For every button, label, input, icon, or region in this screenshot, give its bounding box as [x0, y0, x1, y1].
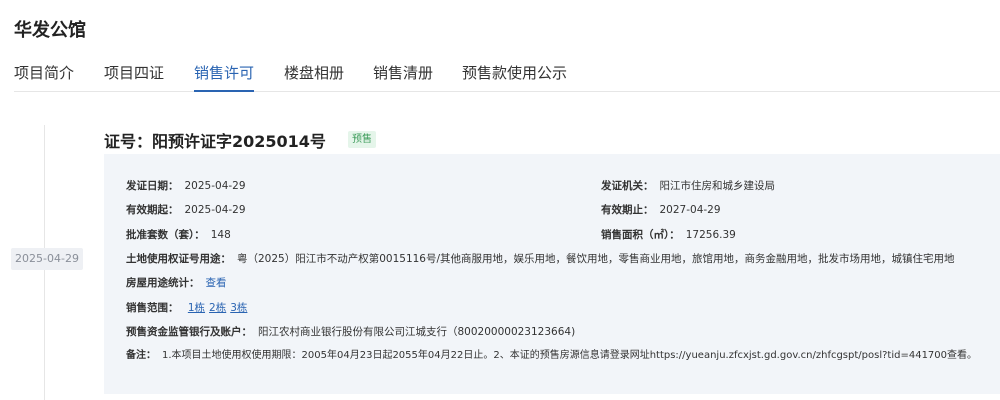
approved-units-row: 批准套数（套）： 148	[126, 227, 231, 243]
issuer-label: 发证机关：	[601, 180, 654, 192]
timeline-date: 2025-04-29	[11, 248, 83, 270]
valid-from-value: 2025-04-29	[184, 204, 246, 216]
certificate-info-card: 发证日期： 2025-04-29 发证机关： 阳江市住房和城乡建设局 有效期起： 20…	[104, 154, 1000, 394]
approved-units-label: 批准套数（套）：	[126, 229, 205, 241]
bank-account-value: 阳江农村商业银行股份有限公司江城支行（80020000023123664)	[258, 326, 576, 338]
remark-row: 备注： 1.本项目土地使用权使用期限：2005年04月23日起2055年04月22…	[126, 348, 977, 364]
remark-label: 备注：	[126, 350, 156, 361]
issuer-value: 阳江市住房和城乡建设局	[659, 180, 776, 192]
building-3-link[interactable]: 3栋	[230, 302, 247, 314]
tab-property-album[interactable]: 楼盘相册	[284, 60, 344, 92]
issue-date-row: 发证日期： 2025-04-29	[126, 178, 246, 194]
building-1-link[interactable]: 1栋	[188, 302, 205, 314]
valid-to-label: 有效期止：	[601, 204, 654, 216]
usage-stats-row: 房屋用途统计： 查看	[126, 275, 227, 291]
valid-to-row: 有效期止： 2027-04-29	[601, 202, 721, 218]
bank-account-row: 预售资金监管银行及账户： 阳江农村商业银行股份有限公司江城支行（800200000…	[126, 324, 575, 340]
issue-date-value: 2025-04-29	[184, 180, 246, 192]
tab-project-intro[interactable]: 项目简介	[14, 60, 74, 92]
sales-scope-label: 销售范围：	[126, 302, 179, 314]
certificate-title: 证号：阳预许证字2025014号	[104, 132, 326, 151]
issuer-row: 发证机关： 阳江市住房和城乡建设局	[601, 178, 775, 194]
remark-value: 1.本项目土地使用权使用期限：2005年04月23日起2055年04月22日止。…	[162, 350, 978, 361]
usage-stats-label: 房屋用途统计：	[126, 277, 200, 289]
tab-presale-fund-disclosure[interactable]: 预售款使用公示	[462, 60, 567, 92]
land-use-row: 土地使用权证号用途： 粤（2025）阳江市不动产权第0015116号/其他商服用地…	[126, 251, 955, 267]
sales-area-value: 17256.39	[685, 229, 736, 241]
approved-units-value: 148	[210, 229, 231, 241]
tab-project-certificates[interactable]: 项目四证	[104, 60, 164, 92]
tab-bar: 项目简介 项目四证 销售许可 楼盘相册 销售清册 预售款使用公示	[14, 58, 1000, 92]
bank-account-label: 预售资金监管银行及账户：	[126, 326, 252, 338]
valid-from-row: 有效期起： 2025-04-29	[126, 202, 246, 218]
sales-area-label: 销售面积（㎡）：	[601, 229, 680, 241]
building-2-link[interactable]: 2栋	[209, 302, 226, 314]
tab-sales-permit[interactable]: 销售许可	[194, 60, 255, 92]
issue-date-label: 发证日期：	[126, 180, 179, 192]
sales-area-row: 销售面积（㎡）： 17256.39	[601, 227, 736, 243]
land-use-value: 粤（2025）阳江市不动产权第0015116号/其他商服用地，娱乐用地，餐饮用地…	[237, 253, 955, 265]
valid-to-value: 2027-04-29	[659, 204, 721, 216]
valid-from-label: 有效期起：	[126, 204, 179, 216]
land-use-label: 土地使用权证号用途：	[126, 253, 231, 265]
project-title: 华发公馆	[14, 20, 86, 41]
presale-badge: 预售	[348, 131, 376, 148]
usage-stats-view-link[interactable]: 查看	[206, 277, 227, 289]
tab-sales-list[interactable]: 销售清册	[373, 60, 433, 92]
sales-scope-row: 销售范围： 1栋 2栋 3栋	[126, 300, 251, 316]
